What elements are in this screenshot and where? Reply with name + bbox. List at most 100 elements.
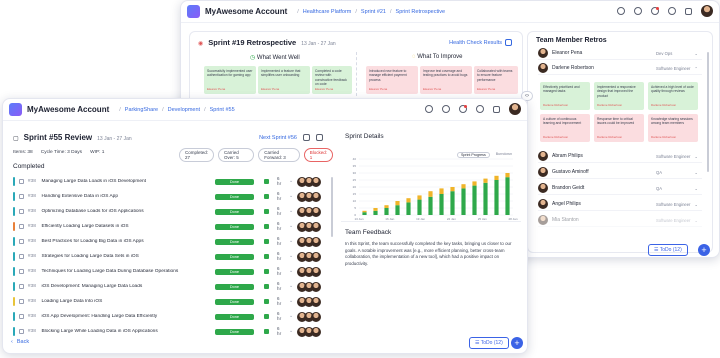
status-badge[interactable]: Done [214,313,255,320]
scrollbar[interactable] [331,177,333,237]
retro-note[interactable]: Successfully implemented user authentica… [204,66,256,94]
retro-note[interactable]: Introduced new feature to manage efficie… [366,66,418,94]
item-title[interactable]: Best Practices for Loading Big Data in i… [41,239,206,244]
retro-note[interactable]: A culture of continuous learning and imp… [540,114,590,142]
retro-note[interactable]: Collaborated with teams to ensure featur… [474,66,518,94]
chevron-down-icon[interactable]: ⌄ [289,299,293,304]
table-row[interactable]: #38 Managing Large Data Loads in iOS Deve… [13,175,321,188]
status-badge[interactable]: Done [214,328,255,335]
chevron-down-icon[interactable]: ⌄ [289,179,293,184]
status-badge[interactable]: Done [214,238,255,245]
back-button[interactable]: ‹ Back [11,339,29,345]
status-badge[interactable]: Done [214,268,255,275]
member-row[interactable]: Angel Philips Software Engineer ⌄ [538,198,702,211]
status-badge[interactable]: Done [214,283,255,290]
item-title[interactable]: Optimizing Database Loads for iOS Applic… [41,209,206,214]
table-row[interactable]: #38 iOS App Development: Handling Large D… [13,310,321,323]
table-row[interactable]: #38 iOS Development: Managing Large Data … [13,280,321,293]
check-icon[interactable] [476,105,484,113]
carried-over-pill[interactable]: Carried Over: 5 [218,148,255,162]
add-button[interactable]: + [698,244,710,256]
table-row[interactable]: #38 Optimizing Database Loads for iOS App… [13,205,321,218]
breadcrumb-item[interactable]: Sprint #55 [210,107,235,113]
table-row[interactable]: #38 Strategies for Loading Large Data Set… [13,250,321,263]
clock-icon[interactable] [634,7,642,15]
chevron-down-icon[interactable]: ⌄ [289,209,293,214]
status-badge[interactable]: Done [214,178,255,185]
chat-icon[interactable] [505,39,512,46]
chat-icon[interactable] [316,134,323,141]
avatar[interactable] [701,5,713,17]
blocked-pill[interactable]: Blocked: 1 [303,148,333,162]
chevron-down-icon[interactable]: ⌄ [694,218,698,223]
item-title[interactable]: Strategies for Loading Large Data Sets i… [41,254,206,259]
chevron-up-icon[interactable]: ⌃ [694,66,698,71]
chevron-down-icon[interactable]: ⌄ [289,224,293,229]
retro-note[interactable]: Improve test coverage and testing practi… [420,66,472,94]
retro-note[interactable]: Completed a code review with constructiv… [312,66,352,94]
status-badge[interactable]: Done [214,193,255,200]
item-title[interactable]: Efficiently Loading Large Datasets in iO… [41,224,206,229]
chevron-down-icon[interactable]: ⌄ [694,154,698,159]
settings-icon[interactable] [685,7,692,15]
item-title[interactable]: Loading Large Data Into iOS [41,299,206,304]
settings-icon[interactable] [493,105,500,113]
member-row[interactable]: Brandon Geidt QA ⌄ [538,182,702,195]
status-badge[interactable]: Done [214,253,255,260]
avatar[interactable] [509,103,521,115]
retro-note[interactable]: Response time to critical issues could b… [594,114,644,142]
chevron-down-icon[interactable]: ⌄ [694,202,698,207]
member-row[interactable]: Abram Philips Software Engineer ⌄ [538,150,702,163]
completed-pill[interactable]: Completed: 27 [179,148,215,162]
folder-icon[interactable] [303,134,310,141]
chevron-down-icon[interactable]: ⌄ [289,284,293,289]
chevron-down-icon[interactable]: ⌄ [694,186,698,191]
member-row[interactable]: Mia Stanton Software Engineer ⌄ [538,214,702,227]
carried-forward-pill[interactable]: Carried Forward: 3 [258,148,300,162]
table-row[interactable]: #38 Loading Large Data Into iOS Done 6 hr ⌄ [13,295,321,308]
clock-icon[interactable] [442,105,450,113]
todo-button[interactable]: ☰ ToDo (12) [469,337,509,349]
retro-note[interactable]: Effectively prioritized and managed task… [540,82,590,110]
retro-note[interactable]: Achieved a high level of code quality th… [648,82,698,110]
breadcrumb-item[interactable]: ParkingShare [125,107,158,113]
item-title[interactable]: Techniques for Loading Large Data During… [41,269,206,274]
chevron-down-icon[interactable]: ⌄ [694,170,698,175]
health-check-link[interactable]: Health Check Results [449,40,502,46]
status-badge[interactable]: Done [214,223,255,230]
table-row[interactable]: #38 Techniques for Loading Large Data Dur… [13,265,321,278]
chevron-down-icon[interactable]: ⌄ [289,194,293,199]
chevron-down-icon[interactable]: ⌄ [289,239,293,244]
chevron-down-icon[interactable]: ⌄ [694,51,698,56]
add-button[interactable]: + [511,337,523,349]
breadcrumb-item[interactable]: Healthcare Platform [303,9,352,15]
notification-icon[interactable] [459,105,467,113]
member-row[interactable]: Eleanor Pena Dev Ops ⌄ [538,47,702,60]
item-title[interactable]: Managing Large Data Loads in iOS Develop… [41,179,206,184]
todo-button[interactable]: ☰ ToDo (12) [648,244,688,256]
status-badge[interactable]: Done [214,298,255,305]
chevron-down-icon[interactable]: ⌄ [289,314,293,319]
item-title[interactable]: Handling Extensive Data in iOS App [41,194,206,199]
retro-note[interactable]: Implemented a feature that simplifies us… [258,66,310,94]
breadcrumb-item[interactable]: Sprint Retrospective [396,9,446,15]
retro-note[interactable]: Knowledge sharing sessions among team me… [648,114,698,142]
breadcrumb-item[interactable]: Development [168,107,200,113]
table-row[interactable]: #38 Handling Extensive Data in iOS App Don… [13,190,321,203]
item-title[interactable]: Blocking Large While Loading Data in iOS… [41,329,206,334]
next-sprint-link[interactable]: Next Sprint #56 [259,135,297,141]
item-title[interactable]: iOS App Development: Handling Large Data… [41,314,206,319]
scrollbar[interactable] [707,52,709,172]
notification-icon[interactable] [651,7,659,15]
chevron-down-icon[interactable]: ⌄ [289,269,293,274]
search-icon[interactable] [425,105,433,113]
member-row[interactable]: Darlene Robertson Software Engineer ⌃ [538,62,702,75]
item-title[interactable]: iOS Development: Managing Large Data Loa… [41,284,206,289]
table-row[interactable]: #38 Blocking Large While Loading Data in … [13,325,321,338]
search-icon[interactable] [617,7,625,15]
table-row[interactable]: #38 Best Practices for Loading Big Data i… [13,235,321,248]
status-badge[interactable]: Done [214,208,255,215]
chevron-down-icon[interactable]: ⌄ [289,254,293,259]
check-icon[interactable] [668,7,676,15]
retro-note[interactable]: Implemented a responsive design that imp… [594,82,644,110]
